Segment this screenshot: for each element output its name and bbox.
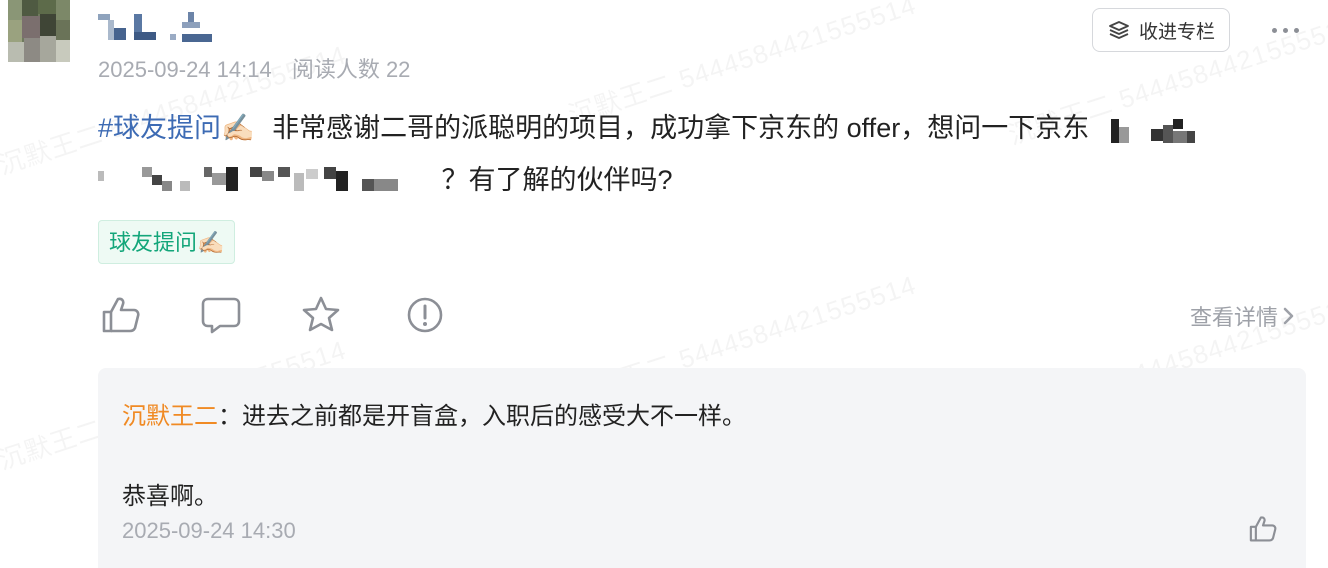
comment-time: 2025-09-24 14:30 <box>122 518 296 543</box>
chevron-right-icon <box>1283 307 1294 325</box>
layers-icon <box>1109 21 1129 39</box>
redacted-text <box>98 166 434 197</box>
post-hashtag[interactable]: #球友提问✍🏻 <box>98 113 255 143</box>
comment-text: 进去之前都是开盲盒，入职后的感受大不一样。 <box>242 403 746 430</box>
comment-author[interactable]: 沉默王二 <box>122 403 218 430</box>
comment-line: 沉默王二：进去之前都是开盲盒，入职后的感受大不一样。 <box>122 396 746 431</box>
thumbs-up-icon[interactable] <box>100 294 142 336</box>
post-content: #球友提问✍🏻 非常感谢二哥的派聪明的项目，成功拿下京东的 offer，想问一下… <box>98 102 1308 206</box>
post-meta: 2025-09-24 14:14 阅读人数 22 <box>98 52 410 84</box>
view-details-label: 查看详情 <box>1190 305 1279 330</box>
comment-box: 沉默王二：进去之前都是开盲盒，入职后的感受大不一样。 恭喜啊。 2025-09-… <box>98 368 1306 568</box>
add-to-column-button[interactable]: 收进专栏 <box>1092 8 1230 52</box>
post-date: 2025-09-24 14:14 <box>98 57 272 82</box>
star-icon[interactable] <box>300 294 342 336</box>
topic-tag[interactable]: 球友提问✍🏻 <box>98 220 236 264</box>
avatar[interactable] <box>8 0 70 62</box>
comment-text-line2: 恭喜啊。 <box>122 483 218 510</box>
post-text-part1: 非常感谢二哥的派聪明的项目，成功拿下京东的 offer，想问一下京东 <box>272 113 1090 143</box>
post-text-part2: ？有了解的伙伴吗? <box>441 165 673 195</box>
redacted-text <box>1105 115 1205 145</box>
read-count: 阅读人数 22 <box>291 57 411 82</box>
comment-separator: ： <box>218 403 242 430</box>
username[interactable] <box>98 10 218 46</box>
report-icon[interactable] <box>404 294 446 336</box>
more-dots-icon[interactable] <box>1272 20 1312 40</box>
comment-like-icon[interactable] <box>1248 514 1278 544</box>
comment-icon[interactable] <box>200 294 242 336</box>
view-details-link[interactable]: 查看详情 <box>1190 300 1296 332</box>
post-card: 沉默王二 5444584421555514 沉默王二 5444584421555… <box>0 0 1328 568</box>
add-to-column-label: 收进专栏 <box>1138 21 1215 43</box>
